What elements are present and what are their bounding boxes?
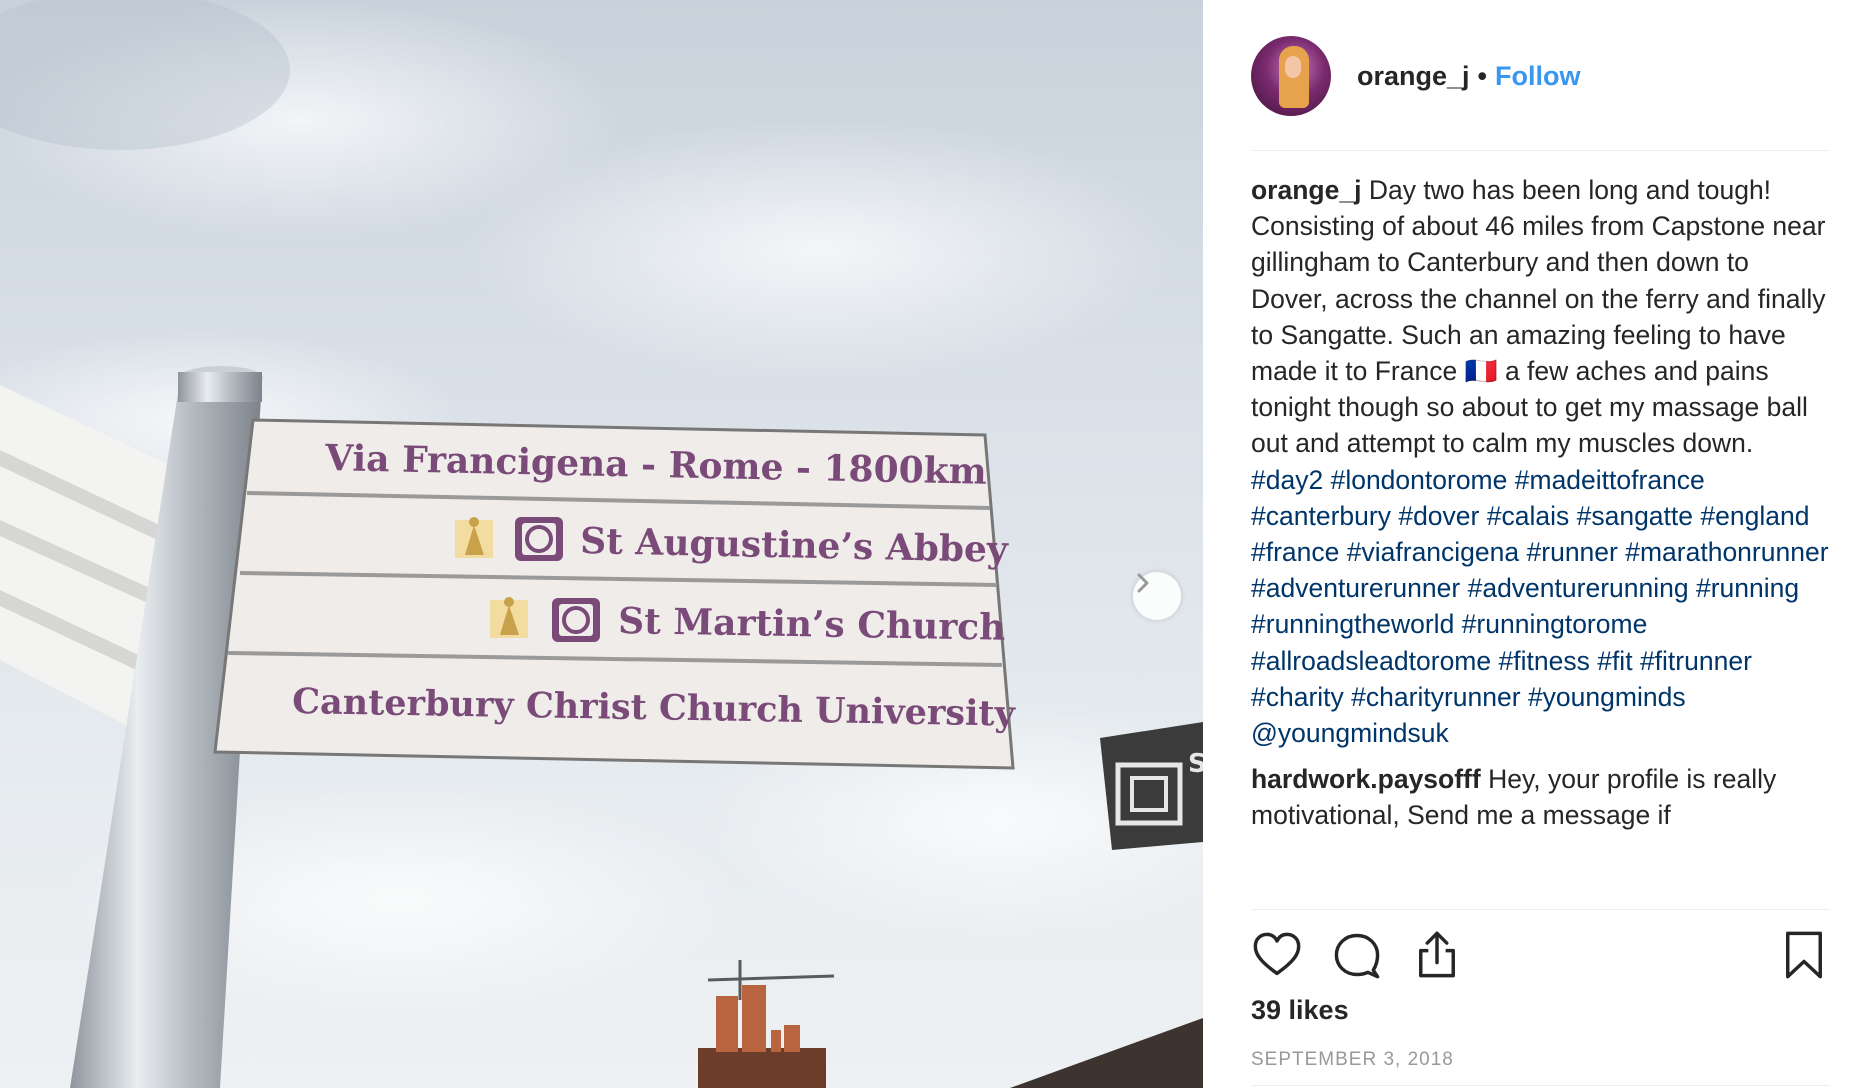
hashtag-link[interactable]: #england bbox=[1700, 501, 1809, 531]
heart-icon[interactable] bbox=[1251, 929, 1303, 981]
hashtag-link[interactable]: #fit bbox=[1597, 646, 1632, 676]
header-username[interactable]: orange_j bbox=[1357, 61, 1470, 92]
sign-line-st-augustines: St Augustine’s Abbey bbox=[580, 520, 1010, 571]
hashtag-link[interactable]: #marathonrunner bbox=[1625, 537, 1828, 567]
header-separator: • bbox=[1477, 60, 1487, 91]
sign-line-st-martins: St Martin’s Church bbox=[618, 600, 1006, 649]
instagram-post: Via Francigena - Rome - 1800km St August… bbox=[0, 0, 1870, 1088]
hashtag-link[interactable]: #canterbury bbox=[1251, 501, 1391, 531]
pilgrim-icon bbox=[455, 517, 493, 558]
bookmark-icon[interactable] bbox=[1778, 929, 1830, 981]
post-photo[interactable]: Via Francigena - Rome - 1800km St August… bbox=[0, 0, 1203, 1088]
world-heritage-icon-2 bbox=[552, 598, 600, 642]
chevron-right-icon bbox=[1137, 573, 1149, 593]
bottom-divider bbox=[1251, 1085, 1830, 1086]
caption-username[interactable]: orange_j bbox=[1251, 175, 1361, 205]
hashtag-link[interactable]: #charityrunner bbox=[1351, 682, 1520, 712]
hashtag-link[interactable]: #viafrancigena bbox=[1347, 537, 1519, 567]
small-sign-letter: S bbox=[1188, 749, 1203, 779]
hashtag-link[interactable]: #charity bbox=[1251, 682, 1344, 712]
hashtag-link[interactable]: #runningtorome bbox=[1462, 609, 1648, 639]
hashtag-link[interactable]: #madeittofrance bbox=[1515, 465, 1705, 495]
hashtag-link[interactable]: #fitrunner bbox=[1640, 646, 1752, 676]
hashtag-link[interactable]: #running bbox=[1696, 573, 1799, 603]
post-date: September 3, 2018 bbox=[1251, 1049, 1454, 1070]
hashtag-link[interactable]: #calais bbox=[1487, 501, 1570, 531]
hashtag-link[interactable]: #allroadsleadtorome bbox=[1251, 646, 1491, 676]
follow-button[interactable]: Follow bbox=[1495, 61, 1580, 92]
post-header: orange_j • Follow bbox=[1251, 34, 1830, 118]
france-flag-icon: 🇫🇷 bbox=[1464, 356, 1498, 387]
hashtag-link[interactable]: #france bbox=[1251, 537, 1339, 567]
comments-list: orange_j Day two has been long and tough… bbox=[1251, 172, 1831, 908]
hashtag-link[interactable]: #adventurerunner bbox=[1251, 573, 1460, 603]
header-divider bbox=[1251, 150, 1830, 151]
hashtag-link[interactable]: #runner bbox=[1527, 537, 1618, 567]
caption: orange_j Day two has been long and tough… bbox=[1251, 172, 1831, 751]
mention-link[interactable]: @youngmindsuk bbox=[1251, 718, 1449, 748]
comment-username[interactable]: hardwork.paysofff bbox=[1251, 764, 1481, 794]
pilgrim-icon-2 bbox=[490, 597, 528, 638]
post-side-panel: orange_j • Follow orange_j Day two has b… bbox=[1203, 0, 1870, 1088]
hashtag-list: #day2 #londontorome #madeittofrance #can… bbox=[1251, 465, 1829, 712]
hashtag-link[interactable]: #sangatte bbox=[1577, 501, 1693, 531]
avatar[interactable] bbox=[1251, 36, 1331, 116]
signpost-scene: Via Francigena - Rome - 1800km St August… bbox=[0, 0, 1203, 1088]
hashtag-link[interactable]: #fitness bbox=[1499, 646, 1590, 676]
comment: hardwork.paysofff Hey, your profile is r… bbox=[1251, 761, 1831, 833]
next-photo-button[interactable] bbox=[1133, 572, 1181, 620]
action-bar bbox=[1251, 925, 1830, 985]
comment-icon[interactable] bbox=[1331, 929, 1383, 981]
hashtag-link[interactable]: #londontorome bbox=[1331, 465, 1508, 495]
world-heritage-icon bbox=[515, 517, 563, 561]
hashtag-link[interactable]: #dover bbox=[1398, 501, 1479, 531]
caption-text: Day two has been long and tough! Consist… bbox=[1251, 175, 1826, 387]
actions-divider bbox=[1251, 909, 1830, 910]
share-icon[interactable] bbox=[1411, 929, 1463, 981]
hashtag-link[interactable]: #runningtheworld bbox=[1251, 609, 1454, 639]
hashtag-link[interactable]: #adventurerunning bbox=[1468, 573, 1689, 603]
hashtag-link[interactable]: #youngminds bbox=[1528, 682, 1686, 712]
likes-count[interactable]: 39 likes bbox=[1251, 995, 1349, 1026]
hashtag-link[interactable]: #day2 bbox=[1251, 465, 1323, 495]
